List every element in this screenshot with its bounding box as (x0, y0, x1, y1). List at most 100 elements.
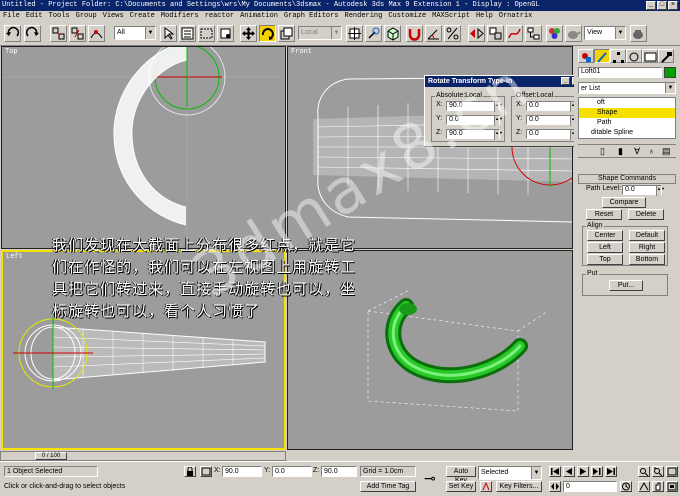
maximize-viewport-button[interactable] (666, 481, 678, 492)
stack-item[interactable]: Path (579, 118, 675, 128)
bind-space-warp-button[interactable] (88, 25, 105, 42)
menu-graph-editors[interactable]: Graph Editors (281, 12, 342, 20)
hierarchy-tab[interactable] (610, 49, 626, 63)
object-color-swatch[interactable] (664, 67, 676, 78)
mirror-button[interactable] (468, 25, 485, 42)
time-slider-thumb[interactable]: 0 / 100 (35, 452, 67, 460)
select-by-name-button[interactable] (179, 25, 196, 42)
select-and-link-button[interactable] (50, 25, 67, 42)
make-unique-icon[interactable]: ∀ (634, 146, 640, 157)
modify-tab[interactable] (594, 49, 610, 63)
create-tab[interactable] (578, 49, 594, 63)
maximize-button[interactable]: □ (657, 1, 667, 10)
shape-commands-rollout-header[interactable]: Shape Commands (578, 174, 676, 184)
menu-animation[interactable]: Animation (237, 12, 281, 20)
pan-button[interactable] (652, 481, 664, 492)
select-and-scale-button[interactable] (278, 25, 295, 42)
time-slider[interactable]: 0 / 100 (0, 451, 286, 461)
auto-key-button[interactable]: Auto Key (446, 466, 476, 484)
menu-tools[interactable]: Tools (46, 12, 73, 20)
status-x-field[interactable]: 90.0 (222, 466, 262, 477)
previous-frame-button[interactable] (563, 466, 575, 477)
select-and-move-button[interactable] (240, 25, 257, 42)
percent-snap-button[interactable] (444, 25, 461, 42)
modifier-list-dropdown[interactable]: er List ▼ (578, 82, 676, 94)
use-pivot-center-button[interactable] (346, 25, 363, 42)
zoom-all-button[interactable] (652, 466, 664, 477)
object-name-field[interactable]: Loft01 (578, 67, 662, 78)
lock-selection-button[interactable] (184, 466, 196, 477)
go-to-end-button[interactable] (605, 466, 617, 477)
show-end-result-icon[interactable]: ▮ (618, 146, 623, 157)
snaps-toggle-button[interactable] (406, 25, 423, 42)
render-type-dropdown[interactable]: View ▼ (584, 26, 626, 40)
select-object-button[interactable] (160, 25, 177, 42)
current-frame-field[interactable]: 0 (563, 481, 617, 492)
menu-ornatrix[interactable]: Ornatrix (496, 12, 536, 20)
close-button[interactable]: × (668, 1, 678, 10)
render-scene-button[interactable] (565, 25, 582, 42)
utilities-tab[interactable] (658, 49, 674, 63)
keyboard-shortcut-override-button[interactable] (384, 25, 401, 42)
field-of-view-button[interactable] (638, 481, 650, 492)
align-default-button[interactable]: Default (629, 230, 665, 241)
quick-render-button[interactable] (630, 25, 647, 42)
schematic-view-button[interactable] (525, 25, 542, 42)
menu-modifiers[interactable]: Modifiers (158, 12, 202, 20)
angle-snap-button[interactable] (425, 25, 442, 42)
off-y-field[interactable]: 0.0▲▼ (526, 115, 579, 126)
zoom-button[interactable] (638, 466, 650, 477)
set-key-button[interactable]: Set Key (446, 481, 476, 492)
menu-group[interactable]: Group (73, 12, 100, 20)
menu-rendering[interactable]: Rendering (342, 12, 386, 20)
set-keys-button[interactable] (480, 481, 492, 492)
menu-views[interactable]: Views (100, 12, 127, 20)
menu-file[interactable]: File (0, 12, 23, 20)
minimize-button[interactable]: _ (646, 1, 656, 10)
menu-edit[interactable]: Edit (23, 12, 46, 20)
add-time-tag-button[interactable]: Add Time Tag (360, 481, 416, 492)
status-z-field[interactable]: 90.0 (321, 466, 357, 477)
spinner-icon[interactable]: ▲▼ (656, 186, 665, 196)
display-tab[interactable] (642, 49, 658, 63)
put-button[interactable]: Put... (609, 280, 643, 291)
delete-button[interactable]: Delete (628, 209, 664, 220)
unlink-button[interactable] (69, 25, 86, 42)
stack-item[interactable]: oft (579, 98, 675, 108)
align-left-button[interactable]: Left (587, 242, 623, 253)
material-editor-button[interactable] (546, 25, 563, 42)
select-and-manipulate-button[interactable] (365, 25, 382, 42)
reset-button[interactable]: Reset (586, 209, 622, 220)
go-to-start-button[interactable] (549, 466, 561, 477)
menu-maxscript[interactable]: MAXScript (429, 12, 473, 20)
zoom-extents-button[interactable] (666, 466, 678, 477)
window-crossing-button[interactable] (217, 25, 234, 42)
key-filters-button[interactable]: Key Filters... (496, 481, 542, 492)
align-top-button[interactable]: Top (587, 254, 623, 265)
key-mode-dropdown[interactable]: Selected ▼ (478, 466, 542, 480)
motion-tab[interactable] (626, 49, 642, 63)
menu-customize[interactable]: Customize (385, 12, 429, 20)
selection-filter-dropdown[interactable]: All ▼ (114, 26, 156, 40)
menu-reactor[interactable]: reactor (202, 12, 237, 20)
stack-item[interactable]: ditable Spline (579, 128, 675, 138)
status-y-field[interactable]: 0.0 (272, 466, 312, 477)
curve-editor-button[interactable] (506, 25, 523, 42)
undo-button[interactable] (4, 25, 21, 42)
configure-modifier-sets-icon[interactable]: ▤ (662, 146, 671, 157)
time-configuration-button[interactable] (620, 481, 632, 492)
redo-button[interactable] (24, 25, 41, 42)
align-center-button[interactable]: Center (587, 230, 623, 241)
menu-help[interactable]: Help (473, 12, 496, 20)
pin-stack-icon[interactable]: ▯ (600, 146, 605, 157)
compare-button[interactable]: Compare (602, 197, 646, 208)
select-and-rotate-button[interactable] (259, 25, 276, 42)
rectangular-selection-button[interactable] (198, 25, 215, 42)
reference-coordinate-dropdown[interactable]: Local ▼ (298, 26, 342, 40)
stack-item-selected[interactable]: Shape (579, 108, 675, 118)
menu-create[interactable]: Create (127, 12, 158, 20)
dialog-minimize-button[interactable]: _ (561, 77, 570, 85)
remove-modifier-icon[interactable]: ♁ (648, 146, 655, 156)
off-z-field[interactable]: 0.0▲▼ (526, 129, 579, 140)
next-frame-button[interactable] (591, 466, 603, 477)
